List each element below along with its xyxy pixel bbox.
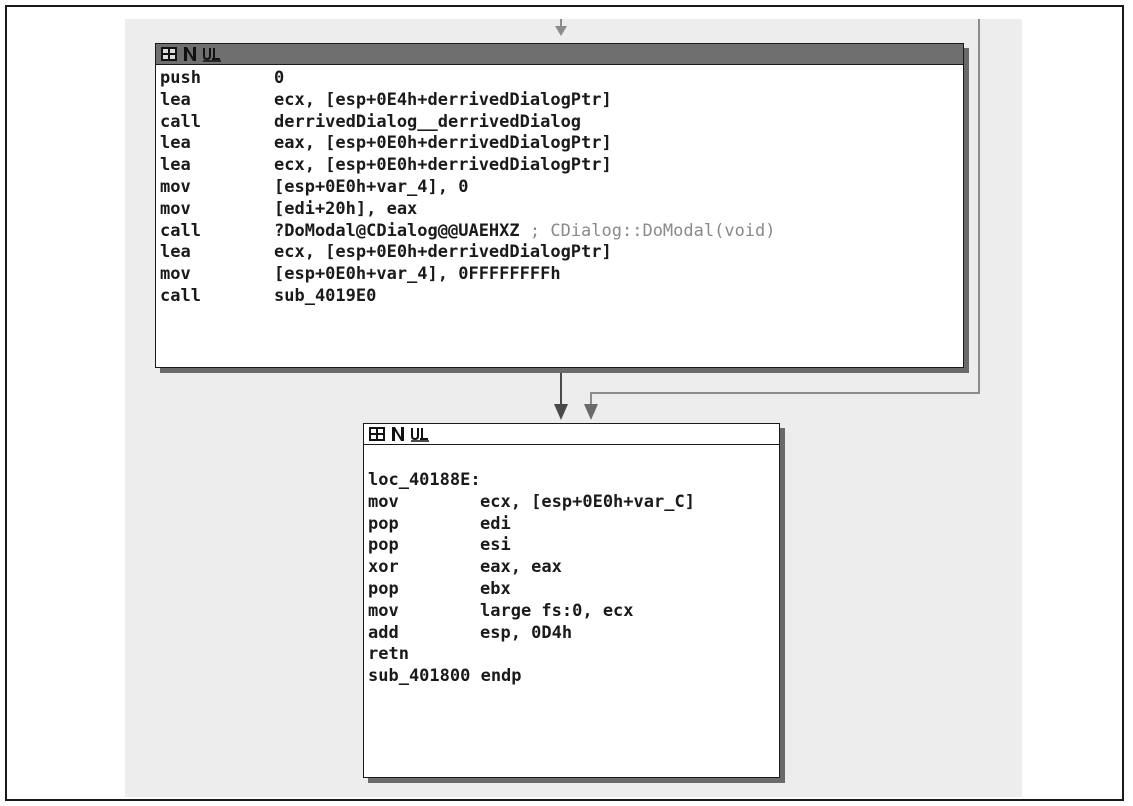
operand: sub_4019E0 (274, 285, 377, 306)
mnemonic: mov (368, 600, 399, 621)
code-line[interactable]: mov large fs:0, ecx (368, 601, 775, 623)
operand: [esp+0E0h+var_4], 0 (274, 176, 469, 197)
operand: ?DoModal@CDialog@@UAEHXZ (274, 220, 520, 241)
mnemonic: pop (368, 578, 399, 599)
mnemonic: call (160, 285, 201, 306)
operand: esp, 0D4h (480, 622, 573, 643)
mnemonic: lea (160, 155, 191, 176)
mnemonic: mov (160, 176, 191, 197)
mnemonic: lea (160, 89, 191, 110)
operand: ecx, [esp+0E0h+derrivedDialogPtr] (274, 242, 612, 263)
code-line[interactable]: mov ecx, [esp+0E0h+var_C] (368, 492, 775, 514)
operand: eax, [esp+0E0h+derrivedDialogPtr] (274, 133, 612, 154)
code-line[interactable]: mov [esp+0E0h+var_4], 0 (160, 177, 959, 199)
code-line[interactable]: lea ecx, [esp+0E0h+derrivedDialogPtr] (160, 242, 959, 264)
graph-icon[interactable] (368, 426, 386, 442)
mnemonic: xor (368, 557, 399, 578)
mnemonic: push (160, 68, 201, 88)
basic-block-bottom[interactable]: loc_40188E: mov ecx, [esp+0E0h+var_C]pop e… (363, 423, 780, 778)
operand: ecx, [esp+0E0h+var_C] (480, 491, 695, 512)
code-line[interactable]: pop ebx (368, 579, 775, 601)
mnemonic: call (160, 111, 201, 132)
operand: esi (480, 535, 511, 556)
note-icon[interactable] (183, 46, 197, 62)
mnemonic: pop (368, 513, 399, 534)
code-line[interactable]: call ?DoModal@CDialog@@UAEHXZ ; CDialog::… (160, 221, 959, 243)
code-line[interactable]: push 0 (160, 68, 959, 90)
mnemonic: lea (160, 242, 191, 263)
operand: ebx (480, 578, 511, 599)
code-line[interactable]: call sub_4019E0 (160, 286, 959, 308)
operand: ecx, [esp+0E0h+derrivedDialogPtr] (274, 155, 612, 176)
operand: eax, eax (480, 557, 562, 578)
node-titlebar[interactable] (156, 44, 963, 65)
code-line[interactable]: pop esi (368, 535, 775, 557)
graph-icon[interactable] (160, 46, 178, 62)
edge-branch-arrow (584, 404, 598, 420)
disassembly-listing[interactable]: push 0 lea ecx, [esp+0E4h+derrivedDialogPtr… (156, 65, 963, 308)
operand: edi (480, 513, 511, 534)
code-line[interactable]: add esp, 0D4h (368, 623, 775, 645)
operand: derrivedDialog__derrivedDialog (274, 111, 582, 132)
mnemonic: pop (368, 535, 399, 556)
mnemonic: add (368, 622, 399, 643)
note-icon[interactable] (391, 426, 405, 442)
mnemonic: retn (368, 644, 409, 665)
mnemonic: mov (160, 198, 191, 219)
disassembly-listing[interactable]: loc_40188E: mov ecx, [esp+0E0h+var_C]pop e… (364, 445, 779, 688)
xref-icon[interactable] (410, 426, 430, 442)
code-line[interactable]: call derrivedDialog__derrivedDialog (160, 112, 959, 134)
code-line[interactable]: lea ecx, [esp+0E4h+derrivedDialogPtr] (160, 90, 959, 112)
node-titlebar[interactable] (364, 424, 779, 445)
mnemonic: call (160, 220, 201, 241)
operand: 0 (274, 68, 285, 88)
operand: large fs:0, ecx (480, 600, 634, 621)
xref-icon[interactable] (202, 46, 222, 62)
code-line[interactable]: mov [edi+20h], eax (160, 199, 959, 221)
code-line[interactable]: mov [esp+0E0h+var_4], 0FFFFFFFFh (160, 264, 959, 286)
code-footer[interactable]: sub_401800 endp (368, 666, 775, 688)
code-line[interactable]: xor eax, eax (368, 557, 775, 579)
edge-fallthrough-arrow (554, 404, 568, 420)
mnemonic: mov (160, 264, 191, 285)
code-label[interactable]: loc_40188E: (368, 470, 775, 492)
operand: ecx, [esp+0E4h+derrivedDialogPtr] (274, 89, 612, 110)
operand: [esp+0E0h+var_4], 0FFFFFFFFh (274, 264, 561, 285)
mnemonic: lea (160, 133, 191, 154)
operand: [edi+20h], eax (274, 198, 418, 219)
comment: ; CDialog::DoModal(void) (519, 220, 776, 241)
code-line[interactable]: lea ecx, [esp+0E0h+derrivedDialogPtr] (160, 155, 959, 177)
code-line[interactable]: lea eax, [esp+0E0h+derrivedDialogPtr] (160, 133, 959, 155)
mnemonic: mov (368, 491, 399, 512)
code-line[interactable]: pop edi (368, 514, 775, 536)
basic-block-top[interactable]: push 0 lea ecx, [esp+0E4h+derrivedDialogPtr… (155, 43, 964, 368)
edge-incoming-arrow (555, 26, 567, 36)
code-line[interactable]: retn (368, 644, 775, 666)
